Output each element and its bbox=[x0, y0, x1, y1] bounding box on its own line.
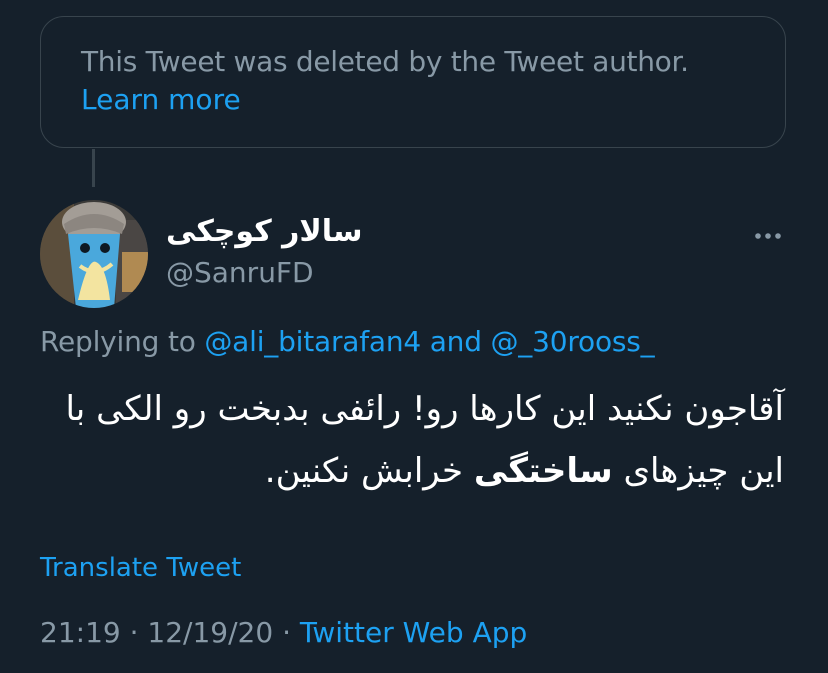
translate-tweet-link[interactable]: Translate Tweet bbox=[40, 550, 241, 586]
avatar[interactable] bbox=[40, 200, 148, 308]
replying-joiner: and bbox=[421, 325, 491, 358]
more-horizontal-icon[interactable] bbox=[748, 222, 788, 250]
deleted-notice-text: This Tweet was deleted by the Tweet auth… bbox=[81, 45, 689, 78]
deleted-tweet-notice: This Tweet was deleted by the Tweet auth… bbox=[40, 16, 786, 148]
learn-more-link[interactable]: Learn more bbox=[81, 81, 241, 119]
replying-prefix: Replying to bbox=[40, 325, 205, 358]
mention-link-1[interactable]: @ali_bitarafan4 bbox=[204, 325, 421, 358]
thread-connector-line bbox=[92, 149, 95, 187]
avatar-image bbox=[40, 200, 148, 308]
tweet-meta-line: 21:19 · 12/19/20 · Twitter Web App bbox=[40, 614, 527, 652]
replying-to-line: Replying to @ali_bitarafan4 and @_30roos… bbox=[40, 322, 655, 362]
meta-separator-2: · bbox=[273, 616, 300, 649]
tweet-date[interactable]: 12/19/20 bbox=[147, 616, 273, 649]
tweet-source-link[interactable]: Twitter Web App bbox=[300, 616, 527, 649]
user-handle[interactable]: @SanruFD bbox=[166, 254, 314, 292]
mention-link-2[interactable]: @_30rooss_ bbox=[491, 325, 655, 358]
display-name[interactable]: سالار کوچکی bbox=[166, 212, 363, 252]
tweet-text-bold: ساختگی bbox=[473, 451, 613, 491]
tweet-body-text: آقاجون نکنید این کارها رو! رائفی بدبخت ر… bbox=[40, 378, 784, 502]
meta-separator-1: · bbox=[120, 616, 148, 649]
tweet-text-part-2: خرابش نکنین. bbox=[264, 451, 474, 491]
tweet-detail-view: This Tweet was deleted by the Tweet auth… bbox=[0, 0, 828, 673]
tweet-time[interactable]: 21:19 bbox=[40, 616, 121, 649]
